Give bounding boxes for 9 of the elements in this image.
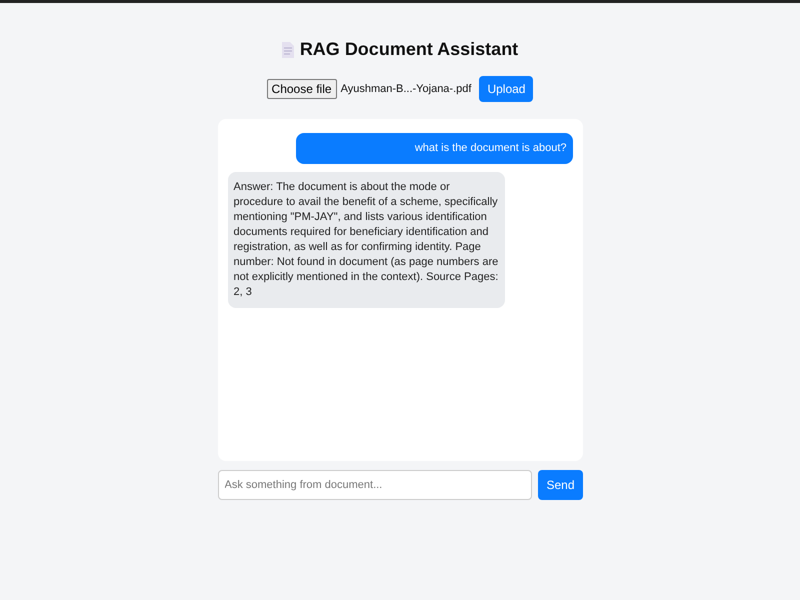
file-name: Ayushman-B...-Yojana-.pdf [340,83,472,95]
user-message: what is the document is about? [296,133,572,164]
question-input[interactable]: Ask something from document... [218,470,532,500]
upload-button[interactable]: Upload [479,76,534,102]
page-title: RAG Document Assistant [300,39,518,60]
send-button[interactable]: Send [538,470,582,500]
assistant-message: Answer: The document is about the mode or procedure to avail the benefit of a scheme, specifically mentioning "PM-JAY", and lists various identification documents required for beneficiary identification and registration, as well as for confirming identity. Page number: Not found in document (as page numbers are not explicitly mentioned in the context). Source Pages: 2, 3 [228,172,504,308]
choose-file-button[interactable]: Choose file [266,79,337,99]
document-icon [282,42,294,58]
